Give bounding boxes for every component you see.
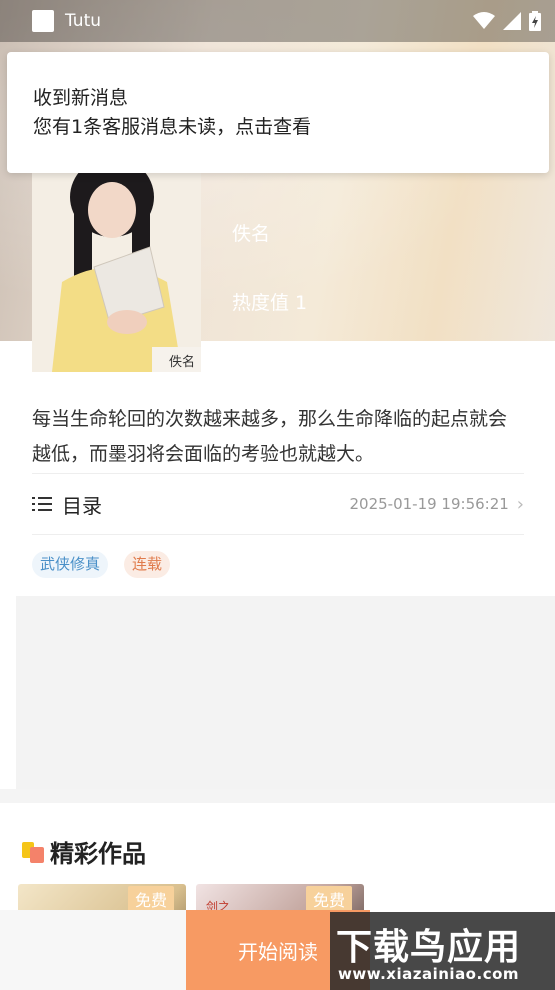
battery-icon: [529, 11, 541, 31]
book-heat: 热度值 1: [232, 292, 308, 314]
book-author: 佚名: [232, 223, 271, 245]
book-cover[interactable]: 佚名: [32, 172, 201, 372]
tag-status[interactable]: 连载: [124, 551, 171, 578]
book-intro: 每当生命轮回的次数越来越多，那么生命降临的起点就会越低，而墨羽将会面临的考验也就…: [32, 408, 508, 465]
featured-section-title: 精彩作品: [22, 834, 146, 869]
list-icon: [32, 497, 52, 511]
app-icon: [32, 10, 54, 32]
cover-title: 佚名: [168, 355, 195, 370]
free-badge: 免费: [127, 886, 174, 912]
chevron-right-icon: ›: [516, 493, 524, 515]
notification-card[interactable]: 收到新消息 您有1条客服消息未读，点击查看: [7, 52, 549, 173]
content-placeholder: [16, 596, 555, 789]
catalog-row[interactable]: 目录 2025-01-19 19:56:21 ›: [32, 474, 524, 534]
notification-title: 收到新消息: [33, 87, 129, 109]
divider: [32, 534, 524, 535]
notification-body: 您有1条客服消息未读，点击查看: [33, 116, 312, 138]
cover-illustration: [32, 172, 201, 372]
featured-title-text: 精彩作品: [50, 840, 146, 868]
status-bar: Tutu: [0, 0, 555, 42]
status-app-name: Tutu: [65, 11, 102, 31]
tag-list: 武侠修真 连载: [32, 551, 171, 578]
tag-genre[interactable]: 武侠修真: [32, 551, 109, 578]
signal-icon: [503, 12, 521, 30]
section-separator: [0, 789, 555, 803]
section-icon: [22, 840, 44, 864]
bottom-bar-left: [0, 910, 186, 990]
watermark-logo: 下载鸟应用 www.xiazainiao.com: [330, 912, 555, 990]
free-badge: 免费: [305, 886, 352, 912]
watermark-main: 下载鸟应用: [336, 927, 522, 968]
catalog-updated-time: 2025-01-19 19:56:21: [349, 495, 509, 513]
wifi-icon: [473, 12, 495, 29]
watermark-url: www.xiazainiao.com: [338, 965, 520, 983]
catalog-label: 目录: [62, 493, 102, 518]
